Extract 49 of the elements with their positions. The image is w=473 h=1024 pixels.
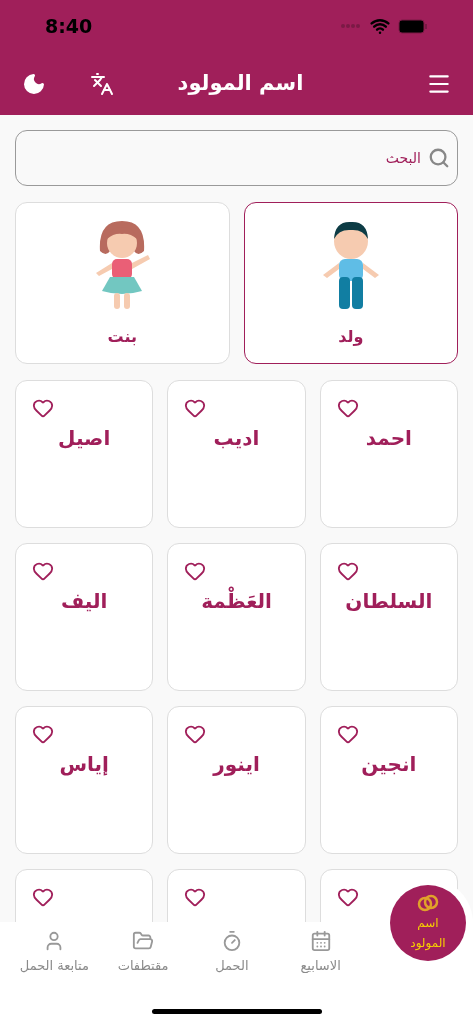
status-time: 8:40 (45, 13, 93, 39)
name-card[interactable]: اليف (15, 543, 154, 691)
gender-card[interactable]: بنت (15, 202, 230, 364)
heart-icon[interactable] (184, 560, 207, 582)
rings-icon (417, 893, 439, 913)
name-card[interactable]: السلطان (319, 543, 458, 691)
calendar-icon (309, 930, 332, 952)
name-card[interactable]: إياس (15, 706, 154, 854)
baby-name: انجين (361, 751, 417, 778)
heart-icon[interactable] (184, 723, 207, 745)
translate-icon (90, 71, 114, 96)
nav-tab[interactable]: الحمل (187, 930, 277, 976)
heart-icon[interactable] (336, 886, 359, 908)
heart-icon[interactable] (336, 397, 359, 419)
name-card[interactable]: اينور (167, 706, 306, 854)
name-card[interactable]: اصيل (15, 380, 154, 528)
gender-card[interactable]: ولد (243, 202, 458, 364)
heart-icon[interactable] (32, 886, 54, 908)
name-card[interactable]: العَظْمة (167, 543, 306, 691)
heart-icon[interactable] (184, 886, 207, 908)
baby-name: اديب (213, 425, 260, 452)
battery-icon (398, 18, 428, 34)
nav-tab[interactable]: متابعة الحمل (10, 930, 99, 976)
heart-icon[interactable] (32, 723, 54, 745)
page-title: اسم المولود (177, 69, 304, 97)
heart-icon[interactable] (32, 560, 54, 582)
baby-name: اينور (213, 751, 260, 778)
folder-icon (132, 930, 155, 952)
name-card[interactable]: انجين (319, 706, 458, 854)
baby-name: اليف (61, 588, 108, 615)
search-field[interactable]: البحث (15, 130, 458, 186)
heart-icon[interactable] (336, 560, 359, 582)
search-icon (428, 147, 450, 169)
name-card[interactable]: احمد (319, 380, 458, 528)
nav-tab[interactable]: الاسابيع (276, 930, 365, 976)
wifi-icon (370, 16, 390, 36)
name-card[interactable]: اديب (167, 380, 306, 528)
moon-icon (22, 71, 46, 96)
baby-name: السلطان (345, 588, 433, 615)
signal-icon (340, 23, 362, 29)
heart-icon[interactable] (32, 397, 54, 419)
heart-icon[interactable] (336, 723, 359, 745)
fab-tab[interactable]: اسم المولود (390, 885, 466, 961)
baby-name: اصيل (58, 425, 111, 452)
baby-name: إياس (59, 751, 109, 778)
baby-name: العَظْمة (201, 586, 272, 616)
heart-icon[interactable] (184, 397, 207, 419)
baby-name: احمد (365, 425, 412, 452)
nav-tab[interactable]: مقتطفات (98, 930, 188, 976)
